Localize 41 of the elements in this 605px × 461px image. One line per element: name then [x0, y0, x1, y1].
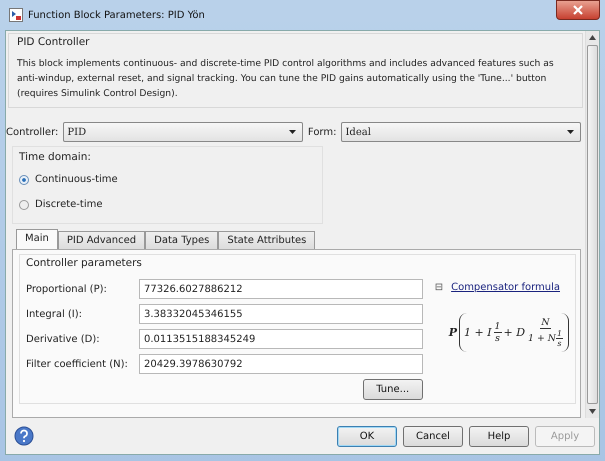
dialog-button[interactable]: Cancel: [403, 426, 463, 446]
group-title: Time domain:: [19, 151, 92, 163]
tab[interactable]: State Attributes: [218, 231, 316, 249]
form-label: Form:: [308, 126, 336, 138]
close-icon: [573, 5, 583, 15]
field-label: Integral (I):: [26, 308, 84, 320]
tune-button[interactable]: Tune...: [362, 379, 423, 400]
dialog-button[interactable]: Help: [469, 426, 529, 446]
input-field[interactable]: 0.0113515188345249: [139, 329, 423, 349]
close-button[interactable]: [556, 0, 600, 20]
window-title: Function Block Parameters: PID Yön: [28, 10, 206, 20]
group-title: Controller parameters: [26, 257, 143, 269]
dropdown-arrow-icon: [288, 130, 296, 134]
collapse-toggle[interactable]: ⊟: [434, 282, 444, 293]
dialog-button[interactable]: OK: [337, 426, 397, 446]
radio-label: Discrete-time: [35, 199, 103, 210]
tab[interactable]: PID Advanced: [58, 231, 146, 249]
scroll-thumb[interactable]: [587, 45, 598, 404]
input-field[interactable]: 20429.3978630792: [139, 354, 423, 374]
block-icon: [9, 8, 23, 22]
radio-label: Continuous-time: [35, 174, 118, 185]
tab[interactable]: Data Types: [145, 231, 218, 249]
help-icon[interactable]: [14, 426, 34, 446]
compensator-link[interactable]: Compensator formula: [451, 282, 560, 293]
radio-button[interactable]: [19, 200, 29, 210]
dropdown-arrow-icon: [567, 130, 574, 134]
field-label: Filter coefficient (N):: [26, 358, 129, 370]
block-name: PID Controller: [17, 36, 91, 48]
controller-dropdown[interactable]: PID: [63, 122, 303, 142]
scroll-down-icon: [589, 409, 596, 414]
input-field[interactable]: 77326.6027886212: [139, 279, 423, 299]
field-label: Proportional (P):: [26, 284, 108, 294]
block-description: This block implements continuous- and discrete-time PID control algorithms and includes advanced features such as anti-windup, external reset, and signal tracking. You can tune the PID gains automatically using the 'Tune...' button (requires Simulink Control Design).: [17, 57, 555, 101]
tab[interactable]: Main: [16, 229, 58, 249]
input-field[interactable]: 3.38332045346155: [139, 304, 423, 324]
scroll-up-icon: [589, 35, 596, 40]
radio-button[interactable]: [19, 174, 29, 184]
scrollbar[interactable]: [585, 31, 599, 418]
controller-label: Controller:: [6, 126, 58, 138]
form-dropdown[interactable]: Ideal: [341, 122, 582, 142]
field-label: Derivative (D):: [26, 334, 101, 344]
